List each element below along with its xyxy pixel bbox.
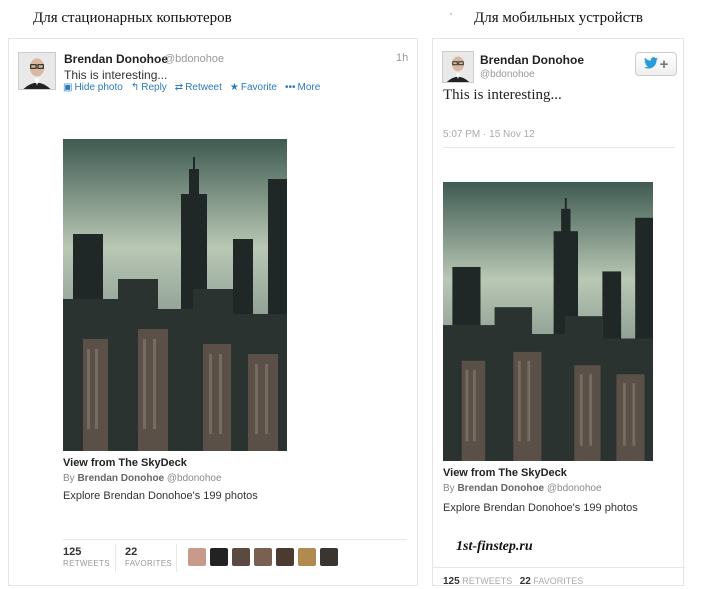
desktop-caption: Для стационарных копьютеров [33,10,232,26]
byline-name[interactable]: Brendan Donohoe [457,483,544,494]
favoriters-avatars [188,548,338,566]
retweets-count: 125 [63,546,82,558]
photo-byline: By Brendan Donohoe @bdonohoe [63,473,222,484]
byline-handle[interactable]: @bdonohoe [547,483,602,494]
tweet-actions: ▣ Hide photo ↰ Reply ⇄ Retweet ★ Favorit… [63,82,320,93]
mobile-caption: Для мобильных устройств [474,10,643,26]
author-name[interactable]: Brendan Donohoe [480,53,584,67]
byline-handle[interactable]: @bdonohoe [167,473,222,484]
retweet-action[interactable]: ⇄ Retweet [175,82,222,93]
favorite-star-icon: ★ [229,82,239,93]
follow-button[interactable]: + [635,52,677,76]
divider [433,567,685,568]
photo-title[interactable]: View from The SkyDeck [443,467,567,479]
author-handle[interactable]: @bdonohoe [480,69,535,80]
more-dots-icon: ••• [284,82,296,93]
more-action[interactable]: ••• More [285,82,320,93]
tweet-text: This is interesting... [443,87,562,103]
retweets-stat[interactable]: 125 RETWEETS [63,546,110,568]
stat-divider [176,544,177,572]
favorites-stat[interactable]: 22 FAVORITES [125,546,172,568]
plus-icon: + [659,55,669,73]
mobile-stats: 125 RETWEETS 22 FAVORITES [443,576,583,587]
photo-title[interactable]: View from The SkyDeck [63,457,187,469]
site-watermark: 1st-finstep.ru [456,539,533,554]
author-handle[interactable]: @bdonohoe [164,53,224,65]
favoriter-avatar[interactable] [210,548,228,566]
favorites-label: FAVORITES [125,559,173,568]
author-name[interactable]: Brendan Donohoe [64,52,168,66]
explore-photos-link[interactable]: Explore Brendan Donohoe's 199 photos [63,490,258,502]
photo-byline: By Brendan Donohoe @bdonohoe [443,483,602,494]
retweets-count[interactable]: 125 [443,576,460,587]
retweets-label: RETWEETS [63,559,110,568]
favoriter-avatar[interactable] [276,548,294,566]
retweet-icon: ⇄ [174,82,184,93]
favoriter-avatar[interactable] [188,548,206,566]
divider [443,147,675,148]
tweet-time[interactable]: 1h [396,52,408,64]
explore-photos-link[interactable]: Explore Brendan Donohoe's 199 photos [443,502,638,514]
avatar[interactable] [442,51,474,83]
retweet-label: Retweet [185,82,222,93]
mobile-tweet-card: Brendan Donohoe @bdonohoe + This is inte… [432,38,685,587]
reply-icon: ↰ [130,82,140,93]
favoriter-avatar[interactable] [254,548,272,566]
divider [63,585,407,586]
stat-divider [115,544,116,572]
favorite-action[interactable]: ★ Favorite [230,82,277,93]
favoriter-avatar[interactable] [298,548,316,566]
favoriter-avatar[interactable] [320,548,338,566]
favorites-count: 22 [125,546,138,558]
favorites-count[interactable]: 22 [520,576,531,587]
skyline-photo[interactable] [443,182,653,461]
caption-dot: ˙ [449,10,453,24]
favoriter-avatar[interactable] [232,548,250,566]
byline-prefix: By [443,483,455,494]
tweet-timestamp[interactable]: 5:07 PM · 15 Nov 12 [443,129,535,140]
skyline-photo[interactable] [63,139,287,451]
retweets-label: RETWEETS [462,576,513,586]
reply-action[interactable]: ↰ Reply [131,82,167,93]
favorites-label: FAVORITES [533,576,584,586]
tweet-text: This is interesting... [64,68,168,82]
byline-name[interactable]: Brendan Donohoe [77,473,164,484]
desktop-tweet-card: Brendan Donohoe @bdonohoe 1h This is int… [8,38,418,586]
byline-prefix: By [63,473,75,484]
image-icon: ▣ [63,82,73,93]
divider [63,539,407,540]
twitter-bird-icon [643,56,658,72]
avatar[interactable] [18,52,56,90]
hide-photo-action[interactable]: ▣ Hide photo [63,82,123,93]
reply-label: Reply [141,82,167,93]
favorite-label: Favorite [240,82,277,93]
more-label: More [297,82,321,93]
hide-photo-label: Hide photo [74,82,123,93]
